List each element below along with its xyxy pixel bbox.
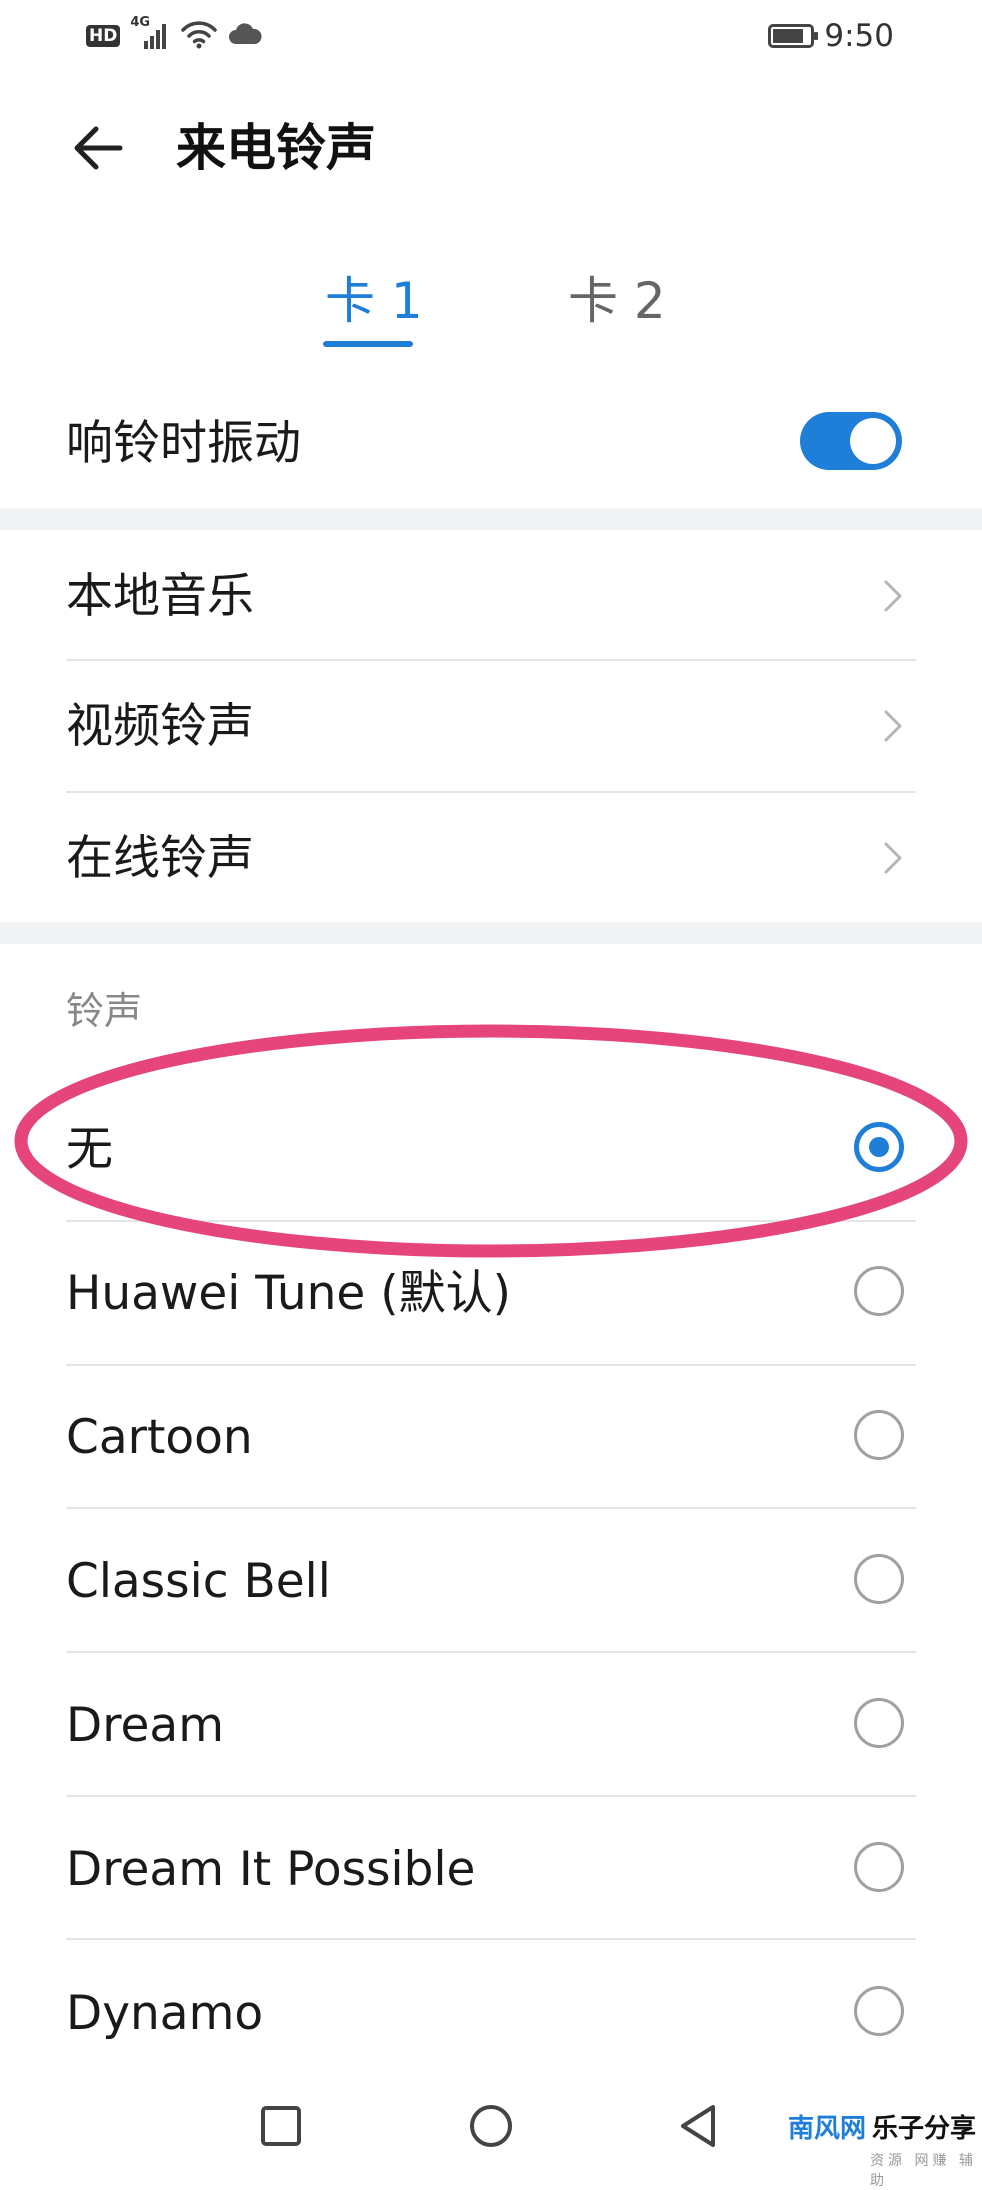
radio-button[interactable] <box>854 1266 904 1316</box>
tab-sim-1[interactable]: 卡 1 <box>325 266 423 336</box>
divider <box>66 659 916 661</box>
radio-button[interactable] <box>854 1698 904 1748</box>
recent-apps-square-icon <box>261 2106 301 2146</box>
tab-indicator <box>323 341 413 347</box>
battery-fill <box>773 29 804 43</box>
battery-icon <box>768 24 819 48</box>
section-separator <box>0 508 982 530</box>
home-circle-icon <box>470 2105 512 2147</box>
ringtone-label: Dynamo <box>66 1986 264 2041</box>
clock: 9:50 <box>824 18 894 54</box>
ringtone-item-none[interactable]: 无 <box>66 1078 916 1221</box>
toggle-knob <box>850 418 896 464</box>
ringtone-label: Dream <box>66 1698 224 1753</box>
cloud-icon <box>228 22 262 50</box>
tab-sim-2[interactable]: 卡 2 <box>568 266 666 336</box>
nav-row-label: 视频铃声 <box>66 699 254 754</box>
ringtone-label: Classic Bell <box>66 1554 331 1609</box>
wifi-icon <box>180 19 218 53</box>
nav-row-label: 本地音乐 <box>66 569 254 624</box>
ringtone-item-dream[interactable]: Dream <box>66 1654 916 1797</box>
divider <box>66 1938 916 1940</box>
ringtone-item-classic-bell[interactable]: Classic Bell <box>66 1510 916 1653</box>
ringtone-label: Cartoon <box>66 1410 253 1465</box>
radio-button[interactable] <box>854 1410 904 1460</box>
recent-apps-button[interactable] <box>241 2086 321 2166</box>
ringtone-item-dynamo[interactable]: Dynamo <box>66 1942 916 2085</box>
ringtone-section-header: 铃声 <box>66 989 143 1033</box>
status-bar: HD 4G 9:50 <box>0 0 982 72</box>
watermark: 南风网 乐子分享 <box>788 2108 976 2145</box>
back-arrow-icon <box>74 126 123 170</box>
nav-row-online-ringtone[interactable]: 在线铃声 <box>66 794 916 924</box>
divider <box>66 791 916 793</box>
radio-button-selected[interactable] <box>854 1122 904 1172</box>
ringtone-label: Huawei Tune (默认) <box>66 1266 511 1321</box>
ringtone-item-huawei-tune[interactable]: Huawei Tune (默认) <box>66 1222 916 1365</box>
chevron-right-icon <box>884 580 902 612</box>
divider <box>66 1795 916 1797</box>
radio-button[interactable] <box>854 1986 904 2036</box>
status-right: 9:50 <box>768 14 894 58</box>
divider <box>66 1651 916 1653</box>
ringtone-label: Dream It Possible <box>66 1842 476 1897</box>
radio-button[interactable] <box>854 1554 904 1604</box>
watermark-brand: 乐子分享 <box>872 2114 977 2144</box>
status-left: HD 4G <box>86 15 262 54</box>
back-triangle-icon <box>681 2105 715 2147</box>
back-button[interactable] <box>60 110 136 186</box>
section-separator <box>0 922 982 944</box>
radio-button[interactable] <box>854 1842 904 1892</box>
ringtone-label: 无 <box>66 1122 113 1177</box>
nav-row-local-music[interactable]: 本地音乐 <box>66 532 916 662</box>
ringtone-item-cartoon[interactable]: Cartoon <box>66 1366 916 1509</box>
hd-icon: HD <box>86 25 121 47</box>
watermark-site: 南风网 <box>788 2114 867 2144</box>
nav-back-button[interactable] <box>659 2086 739 2166</box>
chevron-right-icon <box>884 842 902 874</box>
ringtone-item-dream-it-possible[interactable]: Dream It Possible <box>66 1798 916 1941</box>
divider <box>66 1507 916 1509</box>
chevron-right-icon <box>884 710 902 742</box>
page-title: 来电铃声 <box>176 119 376 177</box>
nav-row-video-ringtone[interactable]: 视频铃声 <box>66 662 916 792</box>
signal-icon: 4G <box>130 15 170 51</box>
watermark-subtitle: 资源 网赚 辅助 <box>870 2153 977 2189</box>
vibrate-label: 响铃时振动 <box>66 416 301 471</box>
nav-row-label: 在线铃声 <box>66 831 254 886</box>
home-button[interactable] <box>451 2086 531 2166</box>
vibrate-toggle[interactable] <box>800 412 902 470</box>
